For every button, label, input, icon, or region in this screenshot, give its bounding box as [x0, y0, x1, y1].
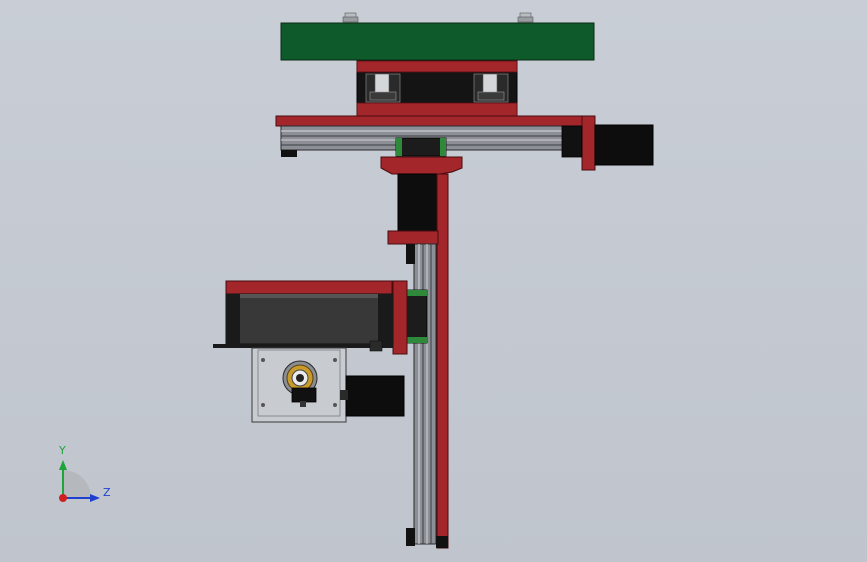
z-axis-label: Z: [103, 486, 111, 499]
gripper-base-plate: [213, 344, 393, 348]
horizontal-axis-motor: [594, 124, 654, 166]
rotary-motor: [345, 375, 405, 417]
cad-viewport[interactable]: Y Z: [0, 0, 867, 562]
red-horizontal-plate: [275, 115, 595, 127]
y-axis-arrow: [59, 460, 67, 470]
red-vertical-plate: [436, 173, 449, 549]
red-end-bracket: [581, 115, 596, 171]
vertical-slider-block: [406, 289, 428, 344]
linear-guide-left: [365, 73, 401, 103]
red-connector-bracket: [380, 156, 463, 175]
rail-slider-block: [395, 137, 447, 157]
gripper-cylinder-body: [225, 293, 394, 345]
gripper-red-plate: [225, 280, 393, 295]
green-top-plate: [280, 22, 595, 61]
y-axis-label: Y: [59, 444, 66, 457]
triad-quadrant: [63, 470, 91, 498]
gripper-module: [213, 280, 408, 423]
z-axis-arrow: [90, 494, 100, 502]
assembly-drawing: [59, 12, 654, 549]
top-slide-assembly: [275, 12, 654, 171]
position-sensor: [291, 387, 317, 403]
red-l-bracket: [387, 230, 439, 245]
vertical-motor-block: [397, 173, 439, 233]
gripper-side-bracket: [392, 280, 408, 355]
triad-origin: [59, 494, 67, 502]
view-triad: [59, 460, 100, 502]
linear-guide-right: [473, 73, 509, 103]
top-mounting-screws: [342, 12, 534, 23]
